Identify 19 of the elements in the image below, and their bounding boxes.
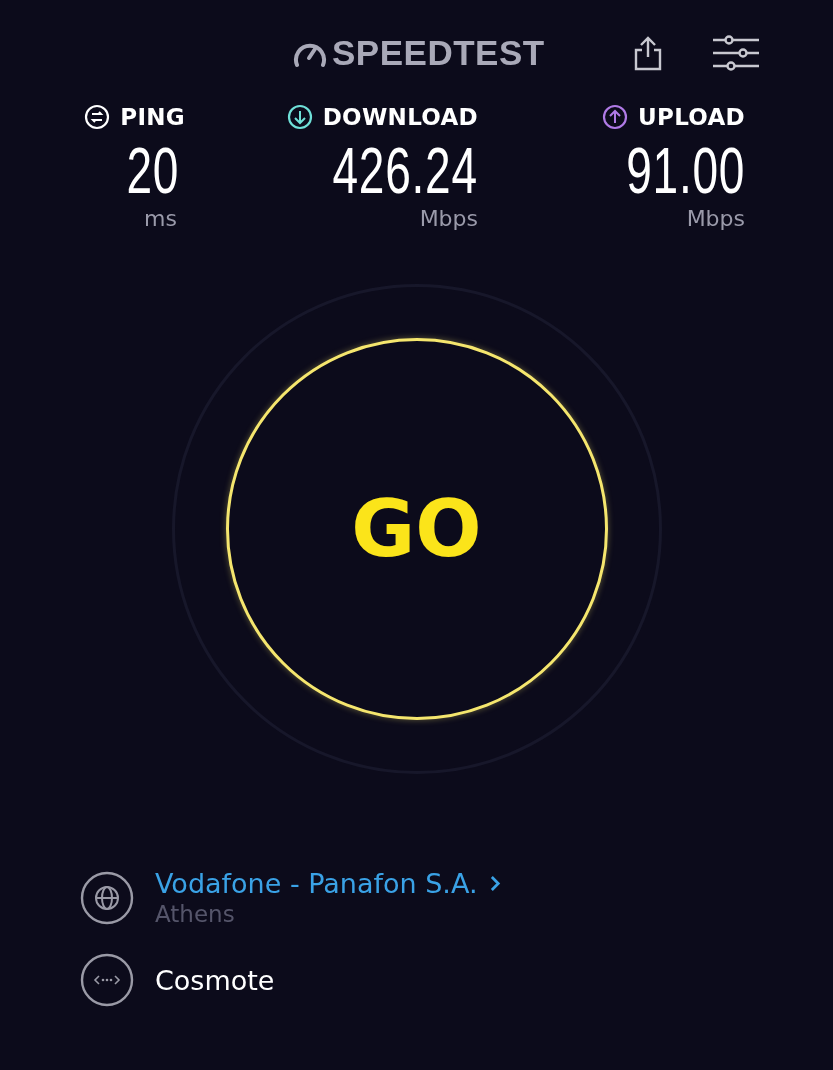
metric-label: DOWNLOAD xyxy=(322,104,478,130)
ellipsis-arrows-icon xyxy=(80,953,134,1007)
speedtest-logo: SPEEDTEST xyxy=(332,33,545,73)
chevron-right-icon xyxy=(489,875,501,892)
metric-value: 426.24 xyxy=(332,136,478,206)
metric-unit: Mbps xyxy=(419,206,478,232)
metric-value: 91.00 xyxy=(626,136,745,206)
metric-label: UPLOAD xyxy=(638,104,745,130)
provider-name: Cosmote xyxy=(155,964,275,996)
settings-button[interactable] xyxy=(712,35,759,71)
metric-value: 20 xyxy=(126,136,179,206)
go-button[interactable]: GO xyxy=(225,338,608,720)
metric-unit: Mbps xyxy=(686,206,745,232)
metric-label: PING xyxy=(120,104,185,130)
server-link[interactable]: Vodafone - Panafon S.A. xyxy=(155,868,501,899)
share-button[interactable] xyxy=(632,35,663,71)
server-location: Athens xyxy=(155,901,236,927)
globe-icon xyxy=(80,870,134,925)
metric-unit: ms xyxy=(144,206,177,232)
